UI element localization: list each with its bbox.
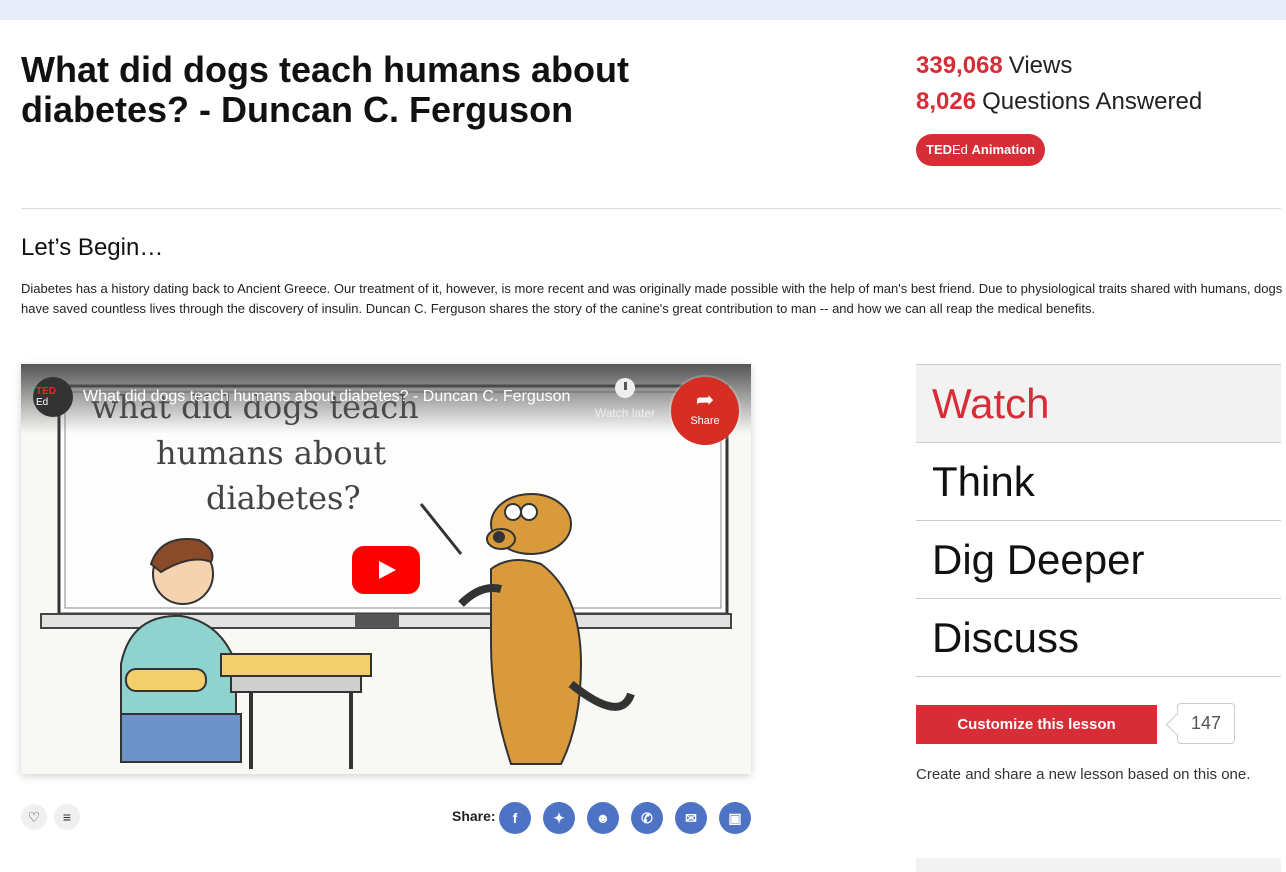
email-icon: ✉	[685, 810, 697, 826]
classroom-icon: ▣	[728, 810, 742, 826]
share-label: Share:	[452, 808, 496, 824]
sidebar-card	[916, 858, 1281, 872]
whatsapp-icon: ✆	[641, 810, 653, 826]
facebook-icon: f	[512, 810, 518, 826]
favorite-button[interactable]: ♡	[21, 804, 47, 830]
watch-later-label: Watch later	[594, 406, 656, 420]
customize-lesson-button[interactable]: Customize this lesson	[916, 705, 1157, 744]
channel-avatar[interactable]: TED Ed	[33, 377, 73, 417]
section-divider	[21, 208, 1281, 209]
video-share-button[interactable]: ➦ Share	[671, 377, 739, 445]
answers-label: Questions Answered	[982, 88, 1203, 115]
badge-ted: TED	[926, 142, 952, 157]
customize-count: 147	[1177, 703, 1235, 744]
tab-think[interactable]: Think	[916, 442, 1281, 520]
reddit-share-button[interactable]: ☻	[587, 802, 619, 834]
add-to-list-button[interactable]: ≡	[54, 804, 80, 830]
twitter-icon: ✦	[553, 810, 565, 826]
chalk-line-3: diabetes?	[206, 479, 361, 517]
share-arrow-icon: ➦	[695, 387, 715, 412]
video-share-label: Share	[690, 415, 720, 427]
channel-ed: Ed	[36, 397, 49, 408]
answers-count: 8,026	[916, 88, 977, 115]
twitter-share-button[interactable]: ✦	[543, 802, 575, 834]
lesson-description: Diabetes has a history dating back to An…	[21, 281, 1283, 316]
reddit-icon: ☻	[595, 810, 611, 826]
channel-ted: TED	[36, 386, 56, 397]
chalk-line-2: humans about	[156, 434, 386, 472]
video-player[interactable]: what did dogs teach humans about diabete…	[21, 364, 751, 774]
video-title[interactable]: What did dogs teach humans about diabete…	[83, 388, 583, 406]
heart-icon: ♡	[27, 809, 41, 825]
badge-type: Animation	[971, 142, 1036, 157]
playlist-add-icon: ≡	[62, 809, 72, 825]
views-count: 339,068	[916, 52, 1003, 79]
play-button[interactable]	[352, 546, 420, 594]
facebook-share-button[interactable]: f	[499, 802, 531, 834]
section-heading: Let’s Begin…	[21, 234, 164, 261]
whatsapp-share-button[interactable]: ✆	[631, 802, 663, 834]
classroom-share-button[interactable]: ▣	[719, 802, 751, 834]
clock-icon	[615, 378, 635, 398]
teded-animation-badge[interactable]: TEDEd Animation	[916, 134, 1046, 166]
lesson-title: What did dogs teach humans about diabete…	[21, 49, 630, 130]
top-bar	[0, 0, 1286, 20]
email-share-button[interactable]: ✉	[675, 802, 707, 834]
views-stat: 339,068 Views	[916, 48, 1202, 84]
lesson-sections-nav: Watch Think Dig Deeper Discuss	[916, 364, 1281, 677]
tab-dig-deeper[interactable]: Dig Deeper	[916, 520, 1281, 598]
customize-note: Create and share a new lesson based on t…	[916, 766, 1251, 783]
watch-later-button[interactable]: Watch later	[583, 378, 667, 420]
views-label: Views	[1008, 52, 1073, 79]
tab-discuss[interactable]: Discuss	[916, 598, 1281, 676]
answers-stat: 8,026 Questions Answered	[916, 84, 1202, 120]
lesson-stats: 339,068 Views 8,026 Questions Answered	[916, 48, 1202, 120]
badge-ed: Ed	[952, 142, 968, 157]
tab-watch[interactable]: Watch	[916, 364, 1281, 442]
